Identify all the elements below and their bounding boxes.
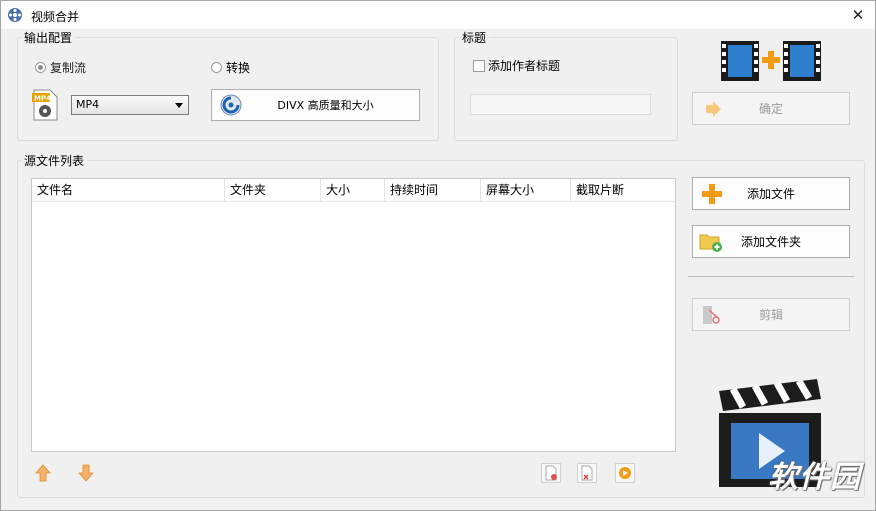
- copy-stream-label: 复制流: [50, 61, 87, 75]
- convert-label: 转换: [226, 61, 251, 75]
- file-remove-icon: [545, 465, 557, 481]
- column-header-clip[interactable]: 截取片断: [571, 179, 675, 201]
- film-reel-icon: [8, 8, 22, 22]
- column-header-screen-size[interactable]: 屏幕大小: [481, 179, 571, 201]
- radio-dot: [35, 62, 46, 73]
- confirm-label: 确定: [758, 102, 783, 116]
- preset-label: DIVX 高质量和大小: [277, 99, 374, 112]
- mp4-file-icon: MP4: [32, 89, 58, 121]
- table-header: 文件名 文件夹 大小 持续时间 屏幕大小 截取片断: [32, 179, 675, 202]
- close-button[interactable]: ✕: [847, 5, 869, 25]
- output-config-label: 输出配置: [21, 29, 76, 46]
- add-author-title-checkbox[interactable]: 添加作者标题: [473, 57, 560, 74]
- side-divider: [688, 276, 854, 277]
- file-clear-icon: [581, 465, 593, 481]
- window-title: 视频合并: [31, 10, 80, 24]
- arrow-down-icon[interactable]: [78, 464, 94, 482]
- add-file-button[interactable]: 添加文件: [692, 177, 850, 210]
- chevron-down-icon: [175, 103, 183, 108]
- play-icon: [619, 467, 631, 479]
- title-input[interactable]: [470, 94, 651, 115]
- film-plus-film-icon: [721, 41, 821, 81]
- title-group: [454, 37, 678, 141]
- format-value: MP4: [76, 98, 100, 111]
- column-header-folder[interactable]: 文件夹: [225, 179, 321, 201]
- column-header-filename[interactable]: 文件名: [32, 179, 225, 201]
- clear-list-button[interactable]: [577, 463, 597, 483]
- trim-label: 剪辑: [758, 308, 783, 322]
- copy-stream-radio[interactable]: 复制流: [35, 59, 86, 76]
- remove-file-button[interactable]: [541, 463, 561, 483]
- source-list-label: 源文件列表: [21, 152, 88, 169]
- add-file-label: 添加文件: [746, 187, 795, 201]
- mp4-icon-text: MP4: [34, 95, 51, 103]
- confirm-button[interactable]: 确定: [692, 92, 850, 125]
- main-window: 视频合并 ✕ 输出配置 复制流 转换 MP4 MP4 DIVX 高质量和大小 标…: [0, 0, 876, 511]
- title-group-label: 标题: [459, 29, 490, 46]
- column-header-size[interactable]: 大小: [321, 179, 385, 201]
- add-folder-label: 添加文件夹: [740, 235, 801, 249]
- arrow-up-icon[interactable]: [35, 464, 51, 482]
- add-author-title-label: 添加作者标题: [488, 59, 561, 73]
- checkbox-box: [473, 59, 485, 72]
- source-file-table[interactable]: 文件名 文件夹 大小 持续时间 屏幕大小 截取片断: [31, 178, 676, 452]
- column-header-duration[interactable]: 持续时间: [385, 179, 481, 201]
- watermark-text: 软件园: [768, 460, 861, 495]
- trim-button[interactable]: 剪辑: [692, 298, 850, 331]
- radio-dot: [211, 62, 222, 73]
- title-bar: 视频合并 ✕: [1, 1, 875, 29]
- convert-radio[interactable]: 转换: [211, 59, 250, 76]
- preset-button[interactable]: DIVX 高质量和大小: [211, 89, 420, 121]
- play-button[interactable]: [615, 463, 635, 483]
- add-folder-button[interactable]: 添加文件夹: [692, 225, 850, 258]
- format-select[interactable]: MP4: [71, 95, 189, 115]
